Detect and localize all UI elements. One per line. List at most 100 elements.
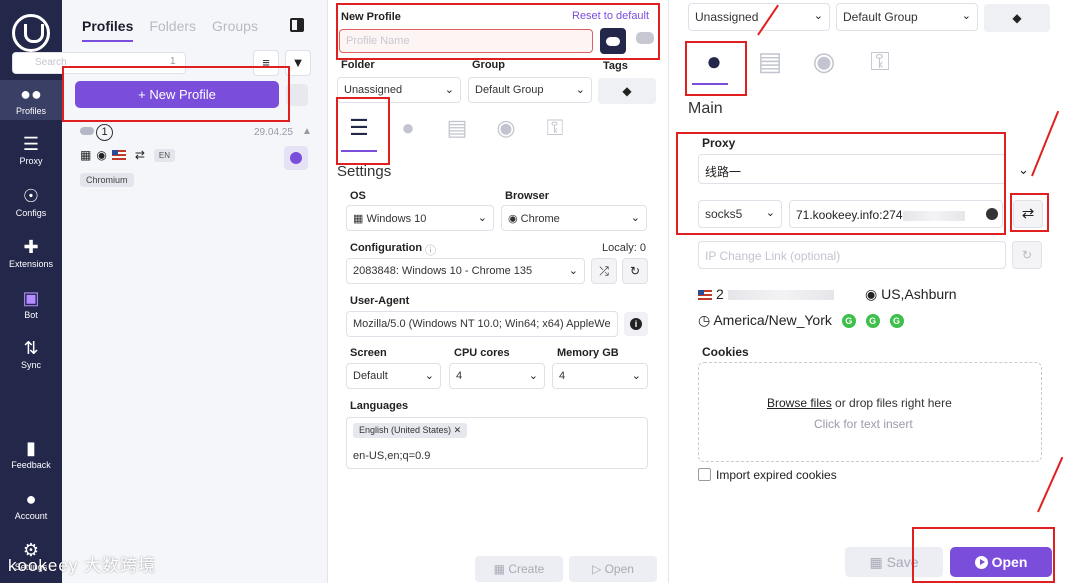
- browser-select[interactable]: ◉ Chrome ⌄: [501, 205, 647, 231]
- os-select[interactable]: ▦ Windows 10 ⌄: [346, 205, 494, 231]
- tags-button-right[interactable]: ◆: [984, 4, 1050, 32]
- fingerprint-icon: ☉: [22, 186, 40, 206]
- chevron-down-icon: ⌄: [444, 84, 454, 96]
- swap-proxy-button[interactable]: ⇄: [1013, 200, 1043, 228]
- account-icon: ●: [25, 489, 37, 509]
- new-profile-button[interactable]: + New Profile: [75, 81, 279, 108]
- key-icon: ⚿: [870, 46, 890, 76]
- save-button[interactable]: ▦ Save: [845, 547, 943, 577]
- nav-item-bot[interactable]: ▣ Bot: [0, 288, 62, 320]
- nav-item-proxy[interactable]: ☰ Proxy: [0, 134, 62, 166]
- group-select[interactable]: Default Group ⌄: [468, 77, 592, 103]
- settings-title: Settings: [337, 163, 392, 180]
- proxy-host-input[interactable]: 71.kookeey.info:274: [789, 200, 1003, 228]
- tags-label: Tags: [603, 60, 628, 72]
- tab-keys-right[interactable]: ⚿: [860, 43, 900, 83]
- chip-icon: ▤: [757, 46, 783, 76]
- tab-cookies[interactable]: ◉: [486, 110, 526, 150]
- nav-item-configs[interactable]: ☉ Configs: [0, 186, 62, 218]
- user-agent-info-button[interactable]: [624, 312, 648, 336]
- server-icon: ☰: [22, 134, 40, 154]
- reset-link[interactable]: Reset to default: [572, 10, 649, 22]
- open-button-disabled[interactable]: ▷ Open: [569, 556, 657, 582]
- user-agent-input[interactable]: Mozilla/5.0 (Windows NT 10.0; Win64; x64…: [346, 311, 618, 337]
- tab-settings[interactable]: ☰: [339, 110, 379, 152]
- pin-icon[interactable]: ▲: [302, 126, 312, 137]
- tag-icon: ◆: [622, 84, 632, 98]
- chip-icon: ▤: [446, 115, 468, 140]
- cloud-lock-icon: [636, 32, 654, 44]
- languages-label: Languages: [350, 400, 409, 412]
- shuffle-button[interactable]: ⤮: [591, 258, 617, 284]
- key-icon: ⚿: [546, 115, 564, 140]
- create-button[interactable]: ▦ Create: [475, 556, 563, 582]
- chevron-down-icon: ⌄: [477, 212, 487, 224]
- refresh-ip-button[interactable]: ↻: [1012, 241, 1042, 269]
- browse-files-link[interactable]: Browse files: [767, 396, 832, 410]
- profile-name-input[interactable]: Profile Name: [339, 29, 593, 53]
- configuration-select[interactable]: 2083848: Windows 10 - Chrome 135 ⌄: [346, 258, 585, 284]
- remove-icon[interactable]: ✕: [454, 425, 462, 435]
- language-value: en-US,en;q=0.9: [353, 450, 431, 462]
- tab-groups[interactable]: Groups: [212, 18, 258, 42]
- tab-main[interactable]: ●: [388, 110, 428, 150]
- languages-box[interactable]: English (United States) ✕ en-US,en;q=0.9: [346, 417, 648, 469]
- nav-item-account[interactable]: ● Account: [0, 489, 62, 521]
- tab-cookies-right[interactable]: ◉: [804, 43, 844, 83]
- info-icon: [986, 208, 998, 220]
- cpu-select[interactable]: 4 ⌄: [449, 363, 545, 389]
- ip-info: 2: [698, 286, 834, 302]
- folder-select-right[interactable]: Unassigned ⌄: [688, 3, 830, 31]
- nav-item-feedback[interactable]: ▮ Feedback: [0, 438, 62, 470]
- extra-action-button[interactable]: [286, 84, 308, 106]
- open-button[interactable]: Open: [950, 547, 1052, 577]
- cloud-save-button[interactable]: [600, 28, 626, 54]
- protocol-select[interactable]: socks5 ⌄: [698, 200, 782, 228]
- globe-icon: ◉: [865, 286, 882, 302]
- nav-item-profiles[interactable]: ●● Profiles: [0, 80, 62, 120]
- panel-toggle-icon[interactable]: [290, 18, 304, 32]
- chrome-icon: ◉: [96, 148, 107, 162]
- import-expired-checkbox[interactable]: [698, 468, 711, 481]
- timezone-info: ◷ America/New_York G G G: [698, 312, 904, 329]
- swap-icon: ⇄: [134, 148, 145, 162]
- ip-change-link-input[interactable]: IP Change Link (optional): [698, 241, 1006, 269]
- start-profile-button[interactable]: [284, 146, 308, 170]
- os-label: OS: [350, 190, 366, 202]
- chrome-icon: ◉: [508, 213, 521, 225]
- proxy-select[interactable]: 线路一: [698, 154, 1006, 184]
- tab-profiles[interactable]: Profiles: [82, 18, 134, 42]
- swap-icon: ⇄: [1021, 205, 1035, 222]
- us-flag-icon: [111, 150, 126, 160]
- nav-item-sync[interactable]: ⇅ Sync: [0, 338, 62, 370]
- user-gear-icon: ●: [706, 46, 722, 76]
- folder-select[interactable]: Unassigned ⌄: [337, 77, 461, 103]
- main-title: Main: [688, 100, 723, 117]
- cookie-icon: ◉: [496, 115, 516, 140]
- nav-item-extensions[interactable]: ✚ Extensions: [0, 237, 62, 269]
- refresh-button[interactable]: ↻: [622, 258, 648, 284]
- lang-badge: EN: [153, 148, 176, 162]
- profiles-tabs: Profiles Folders Groups: [82, 18, 258, 42]
- chevron-down-icon[interactable]: ⌄: [1018, 162, 1029, 178]
- tags-button[interactable]: ◆: [598, 78, 656, 104]
- chevron-down-icon: ⌄: [631, 370, 641, 382]
- tab-hardware-right[interactable]: ▤: [750, 43, 790, 83]
- user-agent-label: User-Agent: [350, 295, 410, 307]
- tab-hardware[interactable]: ▤: [437, 110, 477, 150]
- tab-main-active[interactable]: ●: [690, 43, 738, 85]
- cloud-icon: [80, 127, 94, 135]
- redacted-mask: [902, 210, 965, 221]
- profile-os-icons: ▦ ◉ ⇄ EN: [80, 148, 176, 162]
- cookies-dropzone[interactable]: [698, 362, 1042, 462]
- click-hint[interactable]: Click for text insert: [814, 417, 913, 431]
- group-select-right[interactable]: Default Group ⌄: [836, 3, 978, 31]
- filter-button[interactable]: ▼: [285, 50, 311, 76]
- screen-select[interactable]: Default ⌄: [346, 363, 441, 389]
- memory-select[interactable]: 4 ⌄: [552, 363, 648, 389]
- search-input[interactable]: Search: [12, 52, 186, 74]
- tab-folders[interactable]: Folders: [149, 18, 196, 42]
- chevron-down-icon: ⌄: [528, 370, 538, 382]
- sort-button[interactable]: ≡: [253, 50, 279, 76]
- tab-keys[interactable]: ⚿: [535, 110, 575, 150]
